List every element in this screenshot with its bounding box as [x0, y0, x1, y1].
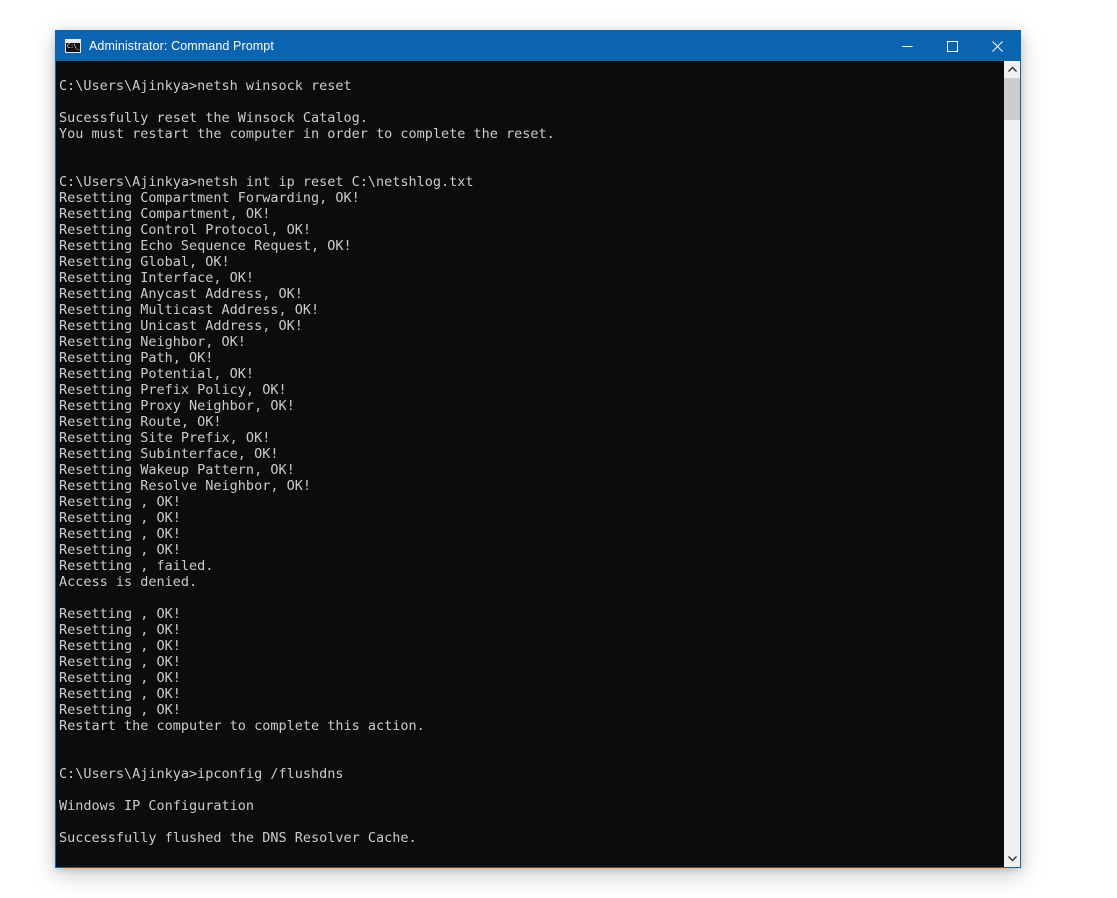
desktop-background: C:\_ Administrator: Command Prompt C:\Us… [0, 0, 1117, 898]
console-line: Successfully flushed the DNS Resolver Ca… [59, 830, 417, 846]
console-line: Sucessfully reset the Winsock Catalog. [59, 110, 368, 126]
console-line: Resetting Wakeup Pattern, OK! [59, 462, 295, 478]
scroll-down-arrow-icon[interactable] [1004, 850, 1020, 867]
console-line: Resetting , OK! [59, 638, 181, 654]
console-line: Resetting , OK! [59, 494, 181, 510]
console-line: Resetting Subinterface, OK! [59, 446, 279, 462]
scrollbar-track[interactable] [1004, 78, 1020, 850]
console-line: Resetting Echo Sequence Request, OK! [59, 238, 352, 254]
console-line: Resetting , OK! [59, 510, 181, 526]
command-prompt-window: C:\_ Administrator: Command Prompt C:\Us… [55, 30, 1021, 868]
console-line: Resetting , OK! [59, 622, 181, 638]
console-line: Resetting Control Protocol, OK! [59, 222, 311, 238]
console-line: Resetting , OK! [59, 686, 181, 702]
console-line: Resetting Site Prefix, OK! [59, 430, 271, 446]
console-line: Resetting Anycast Address, OK! [59, 286, 303, 302]
console-client-area: C:\Users\Ajinkya>netsh winsock reset Suc… [56, 61, 1020, 867]
console-line: Resetting Unicast Address, OK! [59, 318, 303, 334]
console-line: Resetting , OK! [59, 670, 181, 686]
console-line: Restart the computer to complete this ac… [59, 718, 425, 734]
console-line: Resetting Resolve Neighbor, OK! [59, 478, 311, 494]
console-line: C:\Users\Ajinkya>netsh int ip reset C:\n… [59, 174, 474, 190]
scroll-up-arrow-icon[interactable] [1004, 61, 1020, 78]
console-line: Resetting Compartment, OK! [59, 206, 271, 222]
console-line: Resetting Interface, OK! [59, 270, 255, 286]
window-controls [885, 31, 1020, 61]
console-line: Resetting , OK! [59, 606, 181, 622]
console-line: Resetting Compartment Forwarding, OK! [59, 190, 360, 206]
console-line: Resetting , OK! [59, 702, 181, 718]
console-line: Resetting Neighbor, OK! [59, 334, 246, 350]
close-button[interactable] [975, 31, 1020, 61]
console-line: Resetting Multicast Address, OK! [59, 302, 320, 318]
maximize-button[interactable] [930, 31, 975, 61]
console-line: Resetting , OK! [59, 542, 181, 558]
console-line: Resetting Proxy Neighbor, OK! [59, 398, 295, 414]
console-line: Resetting Route, OK! [59, 414, 222, 430]
console-line: Resetting Potential, OK! [59, 366, 255, 382]
console-line: Windows IP Configuration [59, 798, 255, 814]
scrollbar-thumb[interactable] [1004, 78, 1020, 120]
console-line: Resetting , OK! [59, 654, 181, 670]
console-line: You must restart the computer in order t… [59, 126, 555, 142]
window-title: Administrator: Command Prompt [89, 39, 274, 53]
console-line: C:\Users\Ajinkya>ipconfig /flushdns [59, 766, 344, 782]
console-line: Access is denied. [59, 574, 198, 590]
console-line: Resetting , OK! [59, 526, 181, 542]
console-scrollbar[interactable] [1003, 61, 1020, 867]
console-output[interactable]: C:\Users\Ajinkya>netsh winsock reset Suc… [56, 61, 1003, 867]
cmd-icon-glyph: C:\_ [67, 43, 80, 50]
minimize-button[interactable] [885, 31, 930, 61]
console-line: Resetting , failed. [59, 558, 214, 574]
title-bar[interactable]: C:\_ Administrator: Command Prompt [56, 31, 1020, 61]
cmd-console-icon: C:\_ [65, 39, 81, 53]
console-line: Resetting Path, OK! [59, 350, 214, 366]
console-line: C:\Users\Ajinkya>netsh winsock reset [59, 78, 352, 94]
console-line: Resetting Global, OK! [59, 254, 230, 270]
console-line: Resetting Prefix Policy, OK! [59, 382, 287, 398]
